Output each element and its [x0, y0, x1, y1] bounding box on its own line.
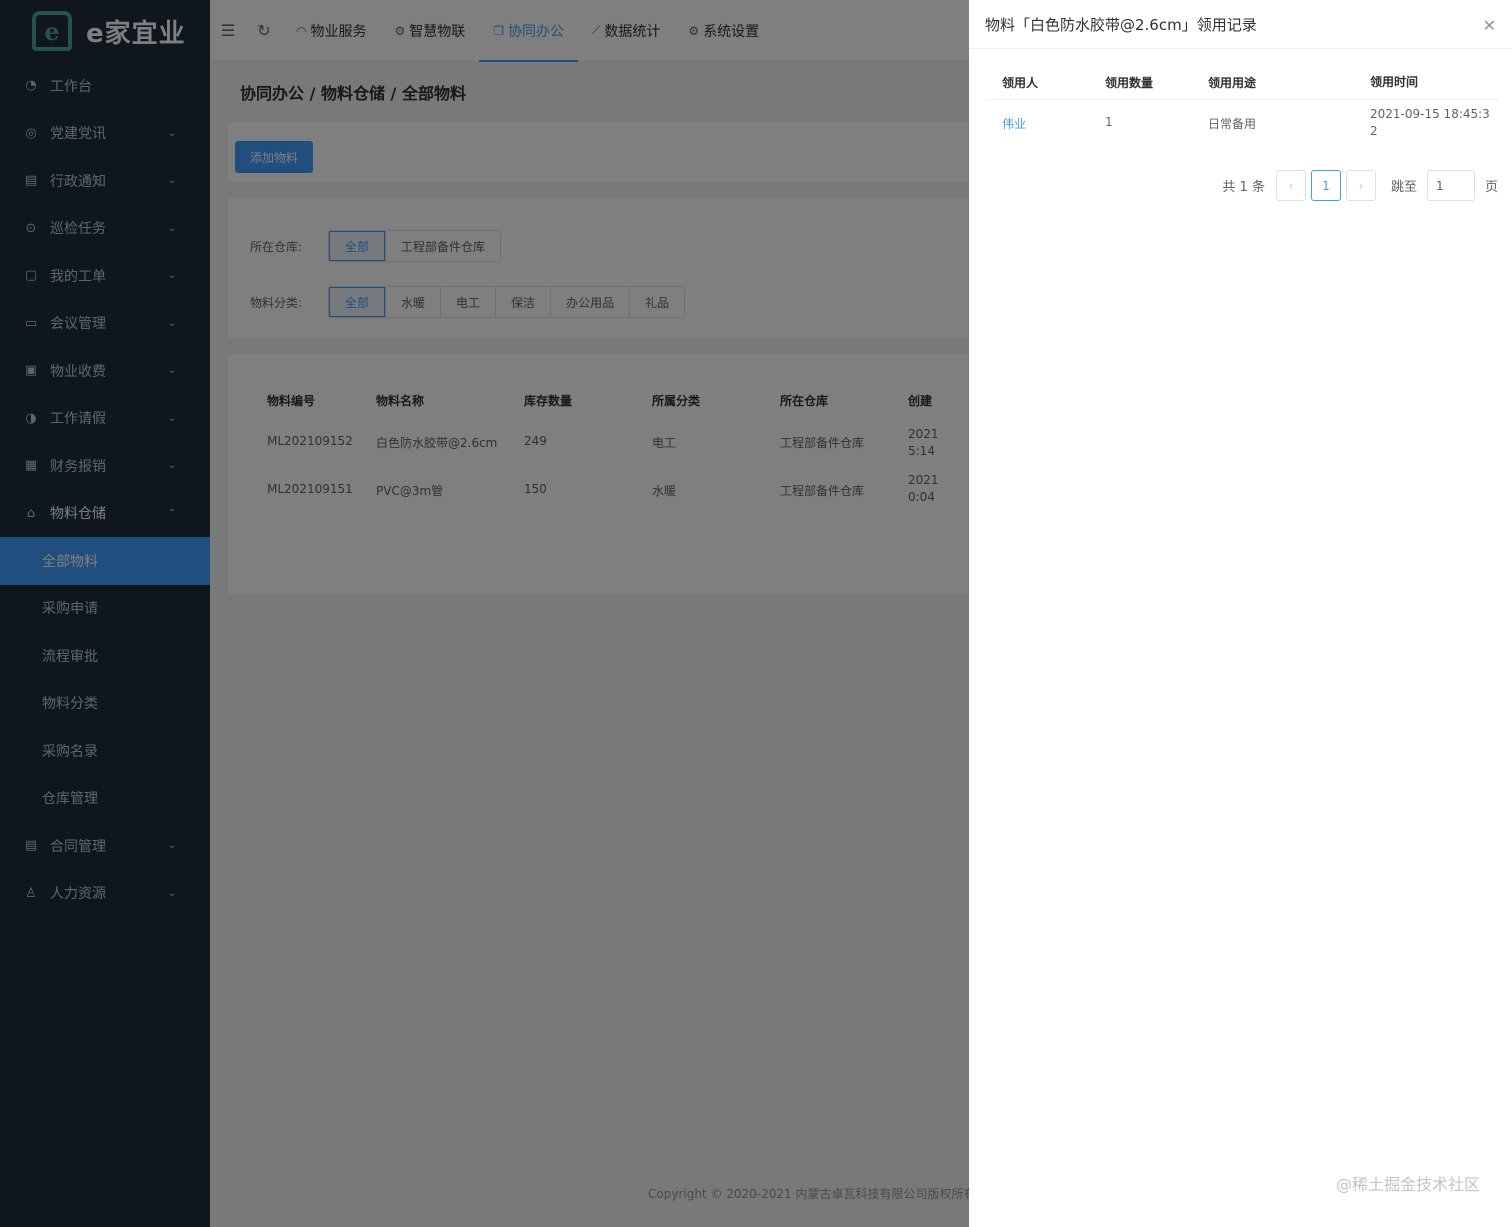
- prev-page-icon[interactable]: ‹: [1275, 170, 1306, 201]
- page-suffix: 页: [1484, 180, 1498, 195]
- jump-page-input[interactable]: 1: [1426, 170, 1475, 201]
- col-person: 领用人: [1002, 76, 1039, 90]
- site-watermark: @稀土掘金技术社区: [1335, 1175, 1480, 1194]
- page-button[interactable]: 1: [1310, 170, 1341, 201]
- col-purpose: 领用用途: [1208, 76, 1257, 90]
- jump-label: 跳至: [1390, 180, 1417, 195]
- cell-time: 2021-09-15 18:45:3 2: [1355, 106, 1499, 140]
- records-table-header: 领用人 领用数量 领用用途 领用时间: [987, 74, 1499, 100]
- table-row: 伟业 1 日常备用 2021-09-15 18:45:3 2: [987, 106, 1499, 140]
- usage-records-drawer: 物料「白色防水胶带@2.6cm」领用记录 ✕ 领用人 领用数量 领用用途 领用时…: [969, 0, 1512, 1227]
- col-time: 领用时间: [1370, 75, 1419, 89]
- drawer-divider: [969, 48, 1512, 49]
- pagination-total: 共 1 条: [1222, 180, 1265, 195]
- col-qty: 领用数量: [1105, 76, 1154, 90]
- next-page-icon[interactable]: ›: [1345, 170, 1376, 201]
- cell-qty: 1: [1105, 115, 1113, 129]
- pagination: 共 1 条 ‹ 1 › 跳至 1 页: [1222, 170, 1498, 201]
- drawer-title: 物料「白色防水胶带@2.6cm」领用记录: [985, 16, 1257, 34]
- modal-overlay[interactable]: [0, 0, 969, 1227]
- close-icon[interactable]: ✕: [1483, 16, 1496, 35]
- person-link[interactable]: 伟业: [987, 106, 1090, 140]
- cell-time-line2: 2: [1370, 124, 1378, 138]
- cell-time-line1: 2021-09-15 18:45:3: [1370, 107, 1490, 121]
- cell-purpose: 日常备用: [1208, 117, 1257, 131]
